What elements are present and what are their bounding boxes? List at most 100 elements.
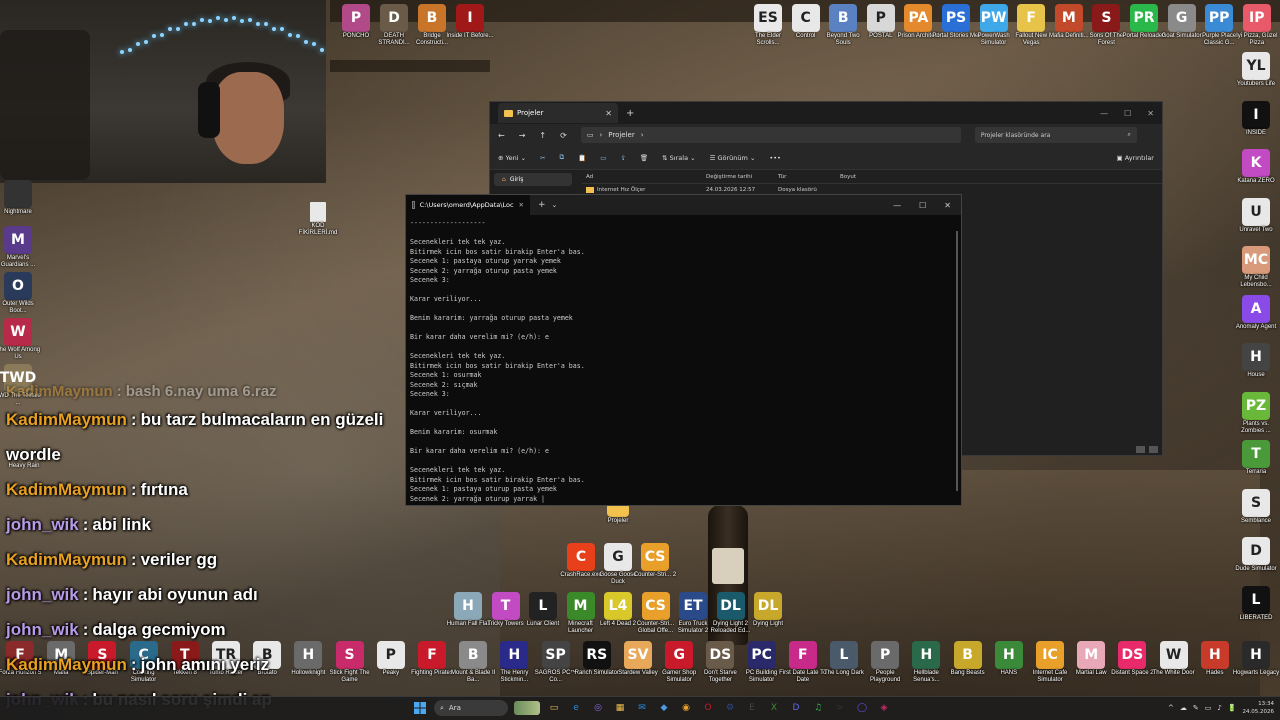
tiles-view-icon[interactable] bbox=[1149, 446, 1158, 453]
taskbar-app-spotify[interactable]: ♫ bbox=[810, 700, 826, 716]
taskbar-app-copilot[interactable]: ◎ bbox=[590, 700, 606, 716]
desktop-folder-projeler[interactable]: Projeler bbox=[594, 503, 642, 525]
new-button[interactable]: ⊕ Yeni ⌄ bbox=[498, 154, 526, 162]
start-button[interactable] bbox=[412, 700, 428, 716]
close-tab-icon[interactable]: ✕ bbox=[605, 109, 612, 118]
nav-item-home[interactable]: ⌂ Giriş bbox=[494, 173, 572, 186]
refresh-button[interactable]: ⟳ bbox=[560, 131, 567, 140]
desktop-icon[interactable]: K Katana ZERO bbox=[1232, 149, 1280, 185]
search-input[interactable]: Projeler klasöründe ara ⌕ bbox=[974, 127, 1137, 143]
taskbar-app-discord[interactable]: D bbox=[788, 700, 804, 716]
share-icon[interactable]: ⇪ bbox=[620, 154, 625, 162]
taskbar-app-epic[interactable]: E bbox=[744, 700, 760, 716]
terminal-tab[interactable]: C:\Users\omerd\AppData\Loc ✕ bbox=[406, 195, 530, 215]
string-light bbox=[240, 18, 244, 23]
desktop-icon[interactable]: H House bbox=[1232, 343, 1280, 379]
taskbar-app-files[interactable]: ▦ bbox=[612, 700, 628, 716]
desktop-icon[interactable]: PZ Plants vs. Zombies ... bbox=[1232, 391, 1280, 435]
new-tab-button[interactable]: + bbox=[538, 200, 546, 210]
column-size[interactable]: Boyut bbox=[840, 174, 890, 180]
volume-icon[interactable]: ♪ bbox=[1217, 704, 1221, 712]
breadcrumb-chevron-icon: › bbox=[640, 131, 644, 139]
desktop-icon[interactable]: DL Dying Light bbox=[744, 592, 792, 628]
desktop-icon[interactable]: A Anomaly Agent bbox=[1232, 294, 1280, 331]
details-button[interactable]: ▣ Ayrıntılar bbox=[1117, 154, 1155, 162]
taskbar-app-mail[interactable]: ✉ bbox=[634, 700, 650, 716]
breadcrumb[interactable]: Projeler bbox=[608, 131, 635, 139]
markdown-file-icon bbox=[310, 202, 326, 222]
copy-icon[interactable]: ⧉ bbox=[560, 153, 565, 162]
taskbar-app-editor[interactable]: ◈ bbox=[876, 700, 892, 716]
column-date[interactable]: Değiştirme tarihi bbox=[706, 174, 778, 180]
desktop-icon[interactable]: L LIBERATED bbox=[1232, 585, 1280, 622]
address-bar[interactable]: ▭ › Projeler › bbox=[580, 127, 961, 143]
string-light bbox=[176, 26, 180, 31]
close-window-button[interactable]: ✕ bbox=[944, 201, 951, 210]
dropdown-button[interactable]: ⌄ bbox=[552, 201, 558, 209]
maximize-button[interactable]: ☐ bbox=[919, 201, 926, 210]
window-controls: — ☐ ✕ bbox=[1100, 109, 1162, 118]
taskbar-app-opera[interactable]: O bbox=[700, 700, 716, 716]
details-view-icon[interactable] bbox=[1136, 446, 1145, 453]
delete-icon[interactable]: 🗑 bbox=[640, 154, 648, 162]
desktop-file-kod-fikirleri[interactable]: KOD FİKİRLERİ.md bbox=[294, 202, 342, 237]
stream-chat-overlay: KadimMaymun: bash 6.nay uma 6.raz KadimMay… bbox=[6, 380, 426, 717]
minimize-button[interactable]: — bbox=[893, 201, 901, 210]
app-icon: M bbox=[1077, 641, 1106, 669]
maximize-button[interactable]: ☐ bbox=[1124, 109, 1131, 118]
paste-icon[interactable]: 📋 bbox=[578, 154, 586, 162]
column-name[interactable]: Ad bbox=[582, 174, 706, 180]
column-type[interactable]: Tür bbox=[778, 174, 840, 180]
battery-icon[interactable]: 🔋 bbox=[1228, 704, 1237, 712]
terminal-output[interactable]: ------------------- Secenekleri tek tek y… bbox=[406, 215, 961, 503]
terminal-line: Bitirmek icin bos satir birakip Enter'a … bbox=[410, 361, 585, 370]
desktop-icon[interactable]: U Unravel Two bbox=[1232, 197, 1280, 234]
desktop-icon[interactable]: D Dude Simulator bbox=[1232, 537, 1280, 573]
taskbar-app-steam[interactable]: ⚙ bbox=[722, 700, 738, 716]
taskbar-app-obs[interactable]: ◯ bbox=[854, 700, 870, 716]
clock[interactable]: 13:34 24.05.2026 bbox=[1243, 700, 1275, 716]
desktop-icon[interactable]: S Semblance bbox=[1232, 488, 1280, 525]
forward-button[interactable]: → bbox=[519, 131, 526, 140]
desktop-icon[interactable]: I Inside IT Before... bbox=[446, 4, 494, 40]
taskbar-app-chrome[interactable]: ◉ bbox=[678, 700, 694, 716]
desktop-icon[interactable]: H Hogwarts Legacy bbox=[1232, 641, 1280, 677]
search-highlight-image[interactable] bbox=[514, 701, 540, 715]
close-tab-icon[interactable]: ✕ bbox=[519, 201, 524, 209]
onedrive-icon[interactable]: ☁ bbox=[1180, 704, 1187, 712]
desktop-icon-label: Counter-Stri... 2 bbox=[633, 572, 677, 578]
close-window-button[interactable]: ✕ bbox=[1147, 109, 1154, 118]
explorer-tab[interactable]: Projeler ✕ bbox=[498, 103, 618, 123]
cut-icon[interactable]: ✂ bbox=[540, 154, 545, 162]
taskbar-search[interactable]: ⌕ Ara bbox=[434, 700, 508, 716]
desktop-icon[interactable]: W The Wolf Among Us bbox=[0, 318, 42, 361]
desktop-icon[interactable]: CS Counter-Stri... 2 bbox=[631, 543, 679, 579]
terminal-window[interactable]: C:\Users\omerd\AppData\Loc ✕ + ⌄ — ☐ ✕ -… bbox=[405, 194, 962, 506]
taskbar-app-store[interactable]: ◆ bbox=[656, 700, 672, 716]
minimize-button[interactable]: — bbox=[1100, 109, 1108, 118]
desktop-icon[interactable]: YL Youtubers Life bbox=[1232, 52, 1280, 88]
back-button[interactable]: ← bbox=[498, 131, 505, 140]
network-icon[interactable]: ▭ bbox=[1205, 704, 1212, 712]
taskbar-app-xbox[interactable]: X bbox=[766, 700, 782, 716]
desktop-icon[interactable]: IP Iyi Pizza, Güzel Pizza bbox=[1233, 4, 1280, 47]
tray-overflow-icon[interactable]: ^ bbox=[1168, 704, 1174, 712]
desktop-icon[interactable]: M Marvel's Guardians ... bbox=[0, 226, 42, 269]
taskbar-app-edge[interactable]: e bbox=[568, 700, 584, 716]
desktop-icon[interactable]: O Outer Wilds Boot... bbox=[0, 272, 42, 315]
desktop-icon[interactable]: Nightmare bbox=[0, 180, 42, 216]
desktop-icon[interactable]: T Terraria bbox=[1232, 440, 1280, 476]
taskbar-app-terminal[interactable]: > bbox=[832, 700, 848, 716]
terminal-scrollbar[interactable] bbox=[956, 231, 958, 491]
desktop-icon[interactable]: I INSIDE bbox=[1232, 100, 1280, 137]
new-tab-button[interactable]: + bbox=[626, 108, 634, 119]
taskbar-app-file-explorer[interactable]: ▭ bbox=[546, 700, 562, 716]
sort-button[interactable]: ⇅ Sırala ⌄ bbox=[662, 154, 695, 162]
view-button[interactable]: ☰ Görünüm ⌄ bbox=[710, 154, 756, 162]
desktop-icon[interactable]: MC My Child Lebensbo... bbox=[1232, 246, 1280, 289]
more-button[interactable]: ••• bbox=[769, 154, 781, 162]
up-button[interactable]: ↑ bbox=[539, 131, 546, 140]
pen-icon[interactable]: ✎ bbox=[1193, 704, 1199, 712]
rename-icon[interactable]: ▭ bbox=[600, 154, 606, 162]
